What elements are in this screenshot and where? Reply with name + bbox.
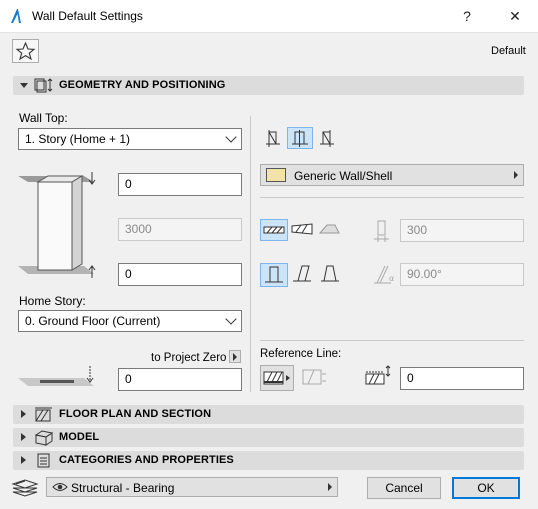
reference-line-label: Reference Line: [260, 348, 342, 360]
trapezoid-wall-icon [291, 223, 313, 235]
reference-flip-icon[interactable] [300, 366, 328, 390]
building-material-selector[interactable]: Generic Wall/Shell [260, 164, 524, 186]
section-floor-plan-label: FLOOR PLAN AND SECTION [59, 408, 212, 420]
structural-function-selector[interactable]: Structural - Bearing [46, 477, 338, 497]
polygonal-wall-button[interactable] [317, 219, 345, 241]
reference-offset-icon [365, 365, 391, 385]
wall-inside-face-button[interactable] [314, 127, 340, 149]
section-model-header[interactable]: MODEL [13, 428, 524, 447]
default-label: Default [491, 45, 526, 57]
wall-height-preview-icon [18, 172, 96, 278]
categories-icon [37, 453, 50, 468]
project-zero-offset-input[interactable]: 0 [118, 368, 242, 391]
wall-top-label: Wall Top: [19, 111, 68, 125]
bottom-offset-input[interactable]: 0 [118, 263, 242, 286]
building-material-name: Generic Wall/Shell [294, 169, 393, 183]
title-bar: Wall Default Settings ? ✕ [0, 0, 538, 33]
project-zero-level-icon [18, 366, 94, 386]
wall-outside-face-button[interactable] [260, 127, 286, 149]
trapezoid-wall-button[interactable] [289, 219, 317, 241]
slant-angle-input[interactable]: 90.00° [400, 263, 524, 286]
model-icon [34, 430, 54, 446]
help-button[interactable]: ? [452, 4, 482, 28]
expand-right-icon [21, 410, 26, 418]
floor-plan-icon [35, 407, 52, 422]
chevron-right-icon [233, 353, 237, 361]
chevron-down-icon [225, 313, 237, 325]
wall-outside-face-icon [266, 130, 280, 147]
column-separator [250, 116, 251, 392]
to-project-zero-label: to Project Zero [151, 352, 227, 364]
reference-line-button[interactable] [260, 365, 294, 391]
reference-line-icon [263, 371, 290, 385]
slanted-wall-icon [293, 265, 311, 282]
straight-wall-icon [263, 226, 285, 234]
reference-separator [260, 340, 524, 341]
svg-text:α: α [389, 274, 394, 283]
section-model-label: MODEL [59, 431, 100, 443]
section-floor-plan-header[interactable]: FLOOR PLAN AND SECTION [13, 405, 524, 424]
cancel-button[interactable]: Cancel [367, 477, 441, 499]
section-geometry-header[interactable]: GEOMETRY AND POSITIONING [13, 76, 524, 95]
double-slanted-wall-button[interactable] [317, 263, 345, 287]
wall-thickness-input[interactable]: 300 [400, 219, 524, 242]
home-story-dropdown[interactable]: 0. Ground Floor (Current) [18, 310, 242, 332]
vertical-wall-button[interactable] [260, 263, 288, 287]
material-separator [260, 197, 524, 198]
wall-center-button[interactable] [287, 127, 313, 149]
straight-wall-button[interactable] [260, 219, 288, 241]
wall-thickness-icon [374, 220, 389, 242]
ok-button[interactable]: OK [452, 477, 520, 499]
expand-right-icon [21, 456, 26, 464]
wall-inside-face-icon [320, 130, 334, 147]
section-geometry-label: GEOMETRY AND POSITIONING [59, 79, 226, 91]
expand-down-icon [20, 83, 28, 88]
section-categories-header[interactable]: CATEGORIES AND PROPERTIES [13, 451, 524, 470]
geometry-icon [34, 78, 53, 93]
slanted-wall-button[interactable] [289, 263, 317, 287]
polygonal-wall-icon [318, 224, 340, 234]
vertical-wall-icon [265, 266, 283, 283]
layer-stack-icon [11, 479, 39, 497]
wall-top-dropdown[interactable]: 1. Story (Home + 1) [18, 128, 242, 150]
wall-center-icon [292, 130, 308, 147]
material-swatch-icon [266, 168, 286, 182]
section-categories-label: CATEGORIES AND PROPERTIES [59, 454, 234, 466]
double-slanted-wall-icon [321, 265, 339, 282]
window-title: Wall Default Settings [32, 9, 143, 23]
reference-offset-input[interactable]: 0 [400, 367, 524, 390]
archicad-logo-icon [11, 9, 21, 23]
structural-function-value: Structural - Bearing [71, 481, 175, 495]
chevron-right-icon [514, 171, 518, 179]
top-offset-input[interactable]: 0 [118, 173, 242, 196]
wall-height-input[interactable]: 3000 [118, 218, 242, 241]
eye-icon [52, 483, 68, 491]
close-button[interactable]: ✕ [500, 4, 530, 28]
slant-angle-icon: α [374, 265, 394, 284]
wall-top-value: 1. Story (Home + 1) [25, 132, 131, 146]
chevron-down-icon [225, 131, 237, 143]
home-story-label: Home Story: [19, 294, 86, 308]
favorites-button[interactable] [12, 39, 39, 63]
chevron-right-icon [328, 483, 332, 491]
expand-right-icon [21, 433, 26, 441]
project-zero-menu-button[interactable] [229, 350, 241, 363]
home-story-value: 0. Ground Floor (Current) [25, 314, 161, 328]
star-icon [15, 41, 36, 61]
